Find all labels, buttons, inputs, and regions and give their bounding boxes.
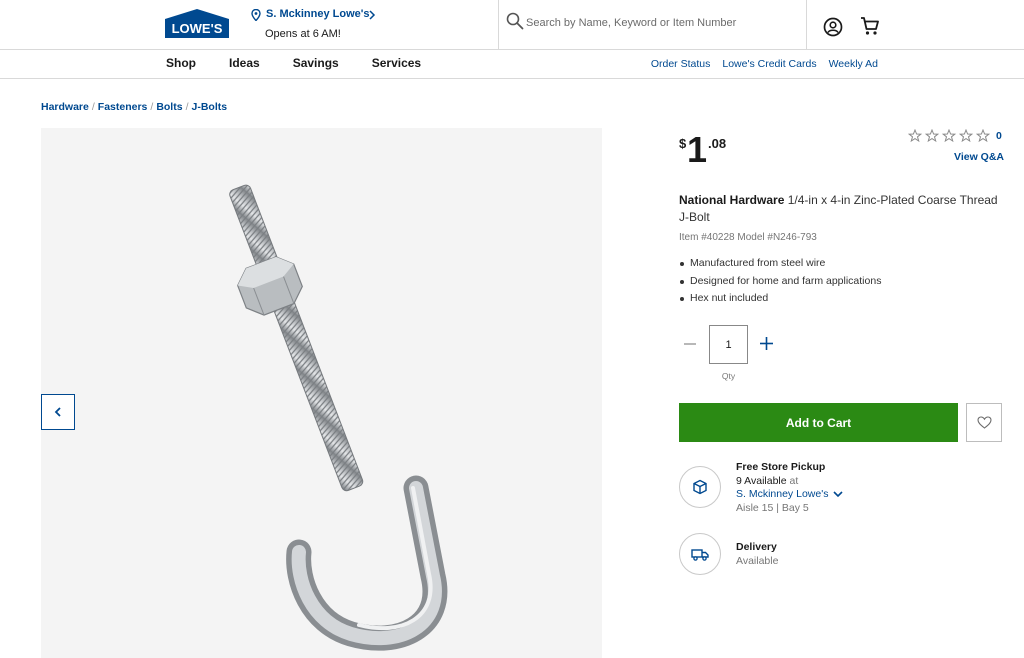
breadcrumb-bolts[interactable]: Bolts [156,101,182,113]
star-icon [976,129,991,143]
highlight-item: Designed for home and farm applications [679,273,881,291]
item-model-number: Item #40228 Model #N246-793 [679,232,817,243]
highlight-item: Manufactured from steel wire [679,255,881,273]
breadcrumb-j-bolts[interactable]: J-Bolts [191,101,227,113]
quantity-input[interactable] [709,325,748,364]
pickup-option[interactable] [679,466,721,508]
breadcrumb-separator: / [91,101,95,113]
view-qa-link[interactable]: View Q&A [954,151,1004,163]
quantity-increase-button[interactable] [758,335,774,351]
breadcrumb-separator: / [150,101,154,113]
location-pin-icon [251,9,261,21]
secondary-nav: Order Status Lowe's Credit Cards Weekly … [639,58,878,70]
pickup-at: at [789,475,799,487]
primary-nav: Shop Ideas Savings Services [166,56,454,70]
pickup-store-name[interactable]: S. Mckinney Lowe's [736,488,828,500]
pickup-count: 9 Available [736,475,787,487]
header-divider [498,0,499,49]
star-icon [942,129,957,143]
minus-icon [684,343,696,345]
plus-icon [759,336,773,350]
breadcrumb-separator: / [185,101,189,113]
logo-text: LOWE'S [172,21,223,36]
cart-icon[interactable] [860,16,880,36]
quantity-decrease-button[interactable] [682,336,698,352]
product-image[interactable] [41,128,602,658]
product-title: National Hardware 1/4-in x 4-in Zinc-Pla… [679,192,1009,226]
search-icon[interactable] [506,12,524,30]
review-count[interactable]: 0 [996,130,1002,142]
heart-icon [976,416,992,429]
price-whole: 1 [687,129,708,170]
quantity-label: Qty [721,371,736,381]
chevron-down-icon [833,491,844,498]
store-hours: Opens at 6 AM! [265,28,341,40]
breadcrumb-hardware[interactable]: Hardware [41,101,89,113]
chevron-right-icon [369,10,376,20]
breadcrumb-fasteners[interactable]: Fasteners [98,101,148,113]
nav-savings[interactable]: Savings [293,56,339,70]
star-icon [925,129,940,143]
nav-services[interactable]: Services [372,56,421,70]
credit-cards-link[interactable]: Lowe's Credit Cards [722,58,816,70]
delivery-title: Delivery [736,541,777,553]
nav-shop[interactable]: Shop [166,56,196,70]
header-divider [806,0,807,49]
delivery-option[interactable] [679,533,721,575]
pickup-title: Free Store Pickup [736,461,826,473]
delivery-truck-icon [691,548,709,561]
weekly-ad-link[interactable]: Weekly Ad [829,58,878,70]
order-status-link[interactable]: Order Status [651,58,711,70]
highlight-item: Hex nut included [679,290,881,308]
product-highlights: Manufactured from steel wire Designed fo… [679,255,881,308]
store-name[interactable]: S. Mckinney Lowe's [266,8,369,20]
j-bolt-image [229,184,448,651]
pickup-aisle-location: Aisle 15 | Bay 5 [736,502,809,514]
price-currency: $ [679,136,687,151]
pickup-availability: 9 Available at [736,475,798,487]
main-navbar: Shop Ideas Savings Services Order Status… [0,50,1024,79]
search-input[interactable] [526,10,796,36]
product-brand[interactable]: National Hardware [679,193,784,207]
previous-image-button[interactable] [41,394,75,430]
pickup-store-selector[interactable]: S. Mckinney Lowe's [736,488,844,500]
account-icon[interactable] [823,17,843,37]
add-to-favorites-button[interactable] [966,403,1002,442]
breadcrumb: Hardware / Fasteners / Bolts / J-Bolts [41,101,227,113]
price-cents: .08 [708,136,727,151]
nav-ideas[interactable]: Ideas [229,56,260,70]
top-header: LOWE'S S. Mckinney Lowe's Opens at 6 AM! [0,0,1024,50]
lowes-logo[interactable]: LOWE'S [165,9,229,38]
star-icon [959,129,974,143]
star-icon [908,129,923,143]
add-to-cart-button[interactable]: Add to Cart [679,403,958,442]
rating-stars[interactable] [908,129,993,143]
store-pickup-box-icon [693,479,707,495]
delivery-status: Available [736,555,779,567]
chevron-left-icon [54,407,61,417]
